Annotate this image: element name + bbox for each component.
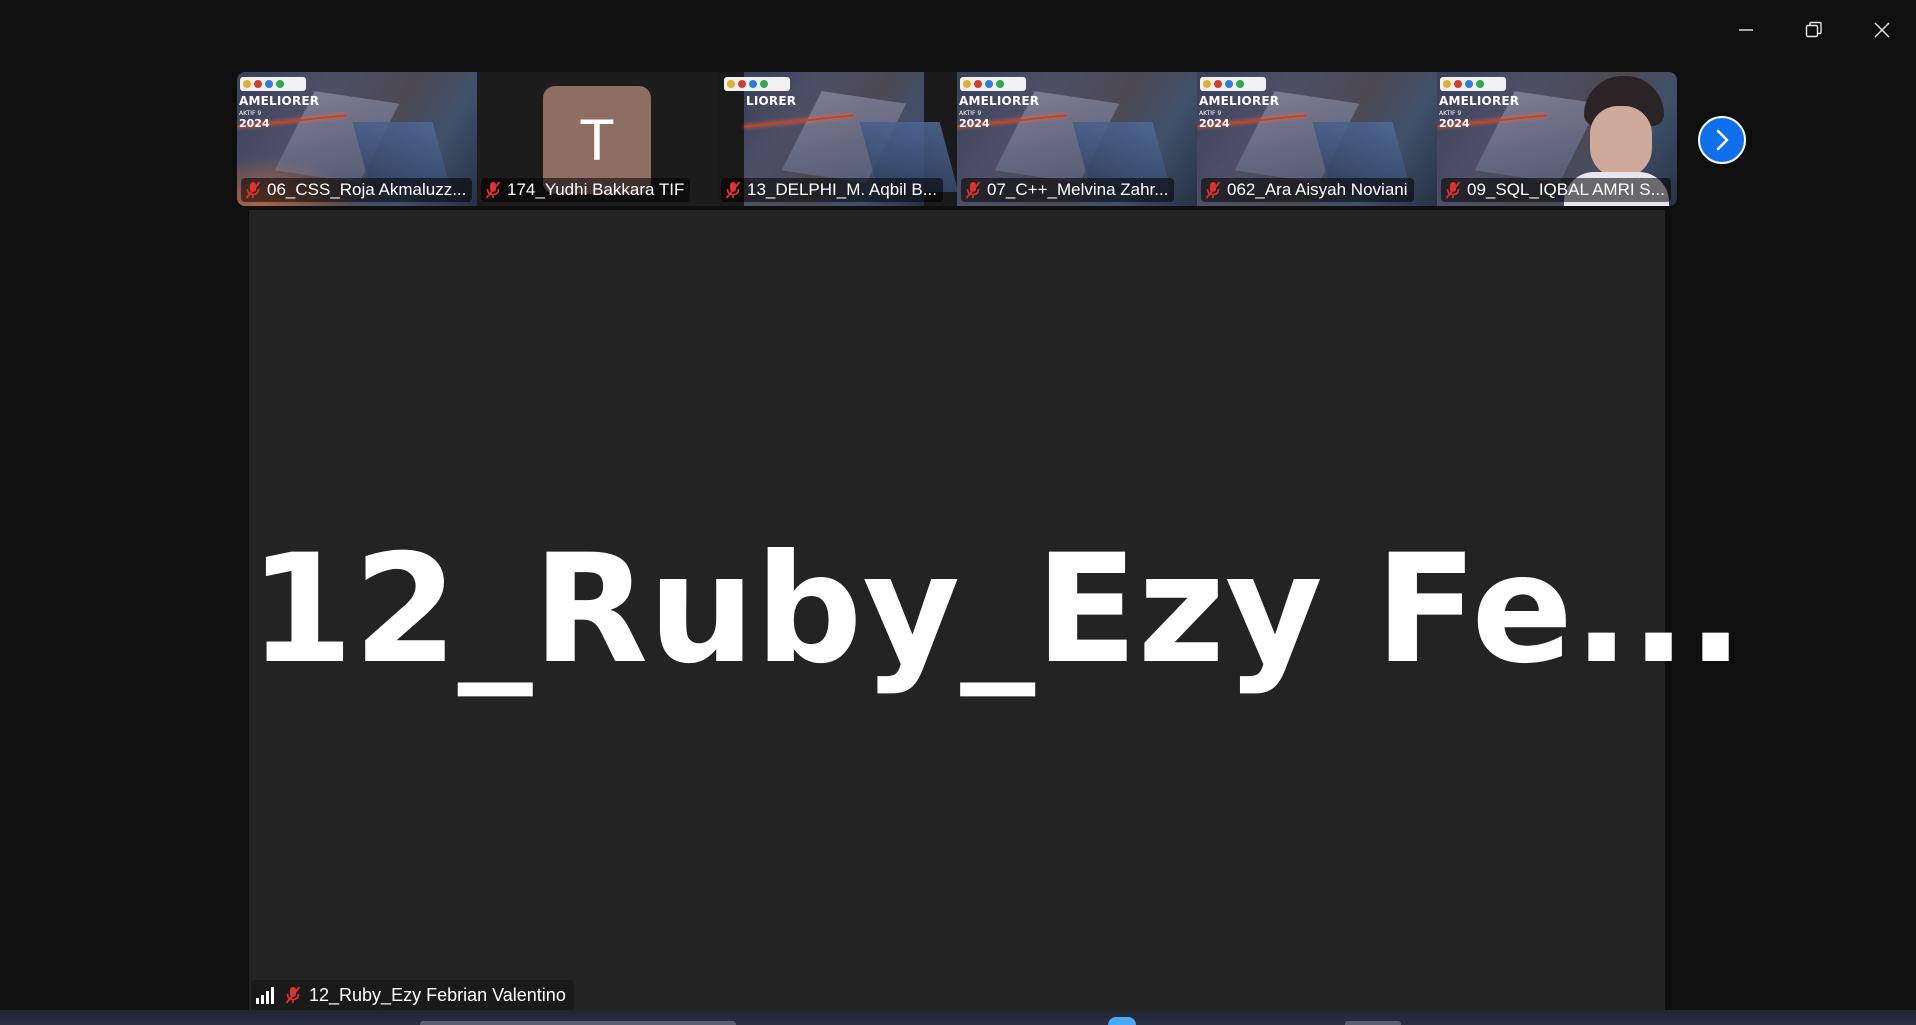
- meeting-window: AMELIORER AKTIF 9 2024 06_CSS_Roja Akmal…: [0, 0, 1916, 1025]
- speaker-display-name: 12_Ruby_Ezy Fe...: [249, 523, 1745, 697]
- mic-muted-icon: [1205, 181, 1221, 199]
- restore-button[interactable]: [1780, 0, 1848, 60]
- participant-name-label: 13_DELPHI_M. Aqbil B...: [721, 178, 943, 202]
- participant-tile[interactable]: AMELIORER AKTIF 9 2024 06_CSS_Roja Akmal…: [237, 72, 477, 206]
- participant-tile[interactable]: AMELIORER AKTIF 9 2024 062_Ara Aisyah No…: [1197, 72, 1437, 206]
- participant-name-label: 07_C++_Melvina Zahr...: [961, 178, 1175, 202]
- participant-strip: AMELIORER AKTIF 9 2024 06_CSS_Roja Akmal…: [237, 72, 1677, 206]
- avatar-initial: T: [579, 107, 615, 173]
- poster-title: AMELIORER: [1199, 94, 1280, 108]
- poster-title: LIORER: [746, 94, 797, 108]
- poster-subtitle: AKTIF 9: [1199, 110, 1222, 117]
- close-icon: [1874, 22, 1890, 38]
- mic-muted-icon: [1445, 181, 1461, 199]
- event-logo: [1200, 77, 1266, 91]
- poster-title: AMELIORER: [959, 94, 1040, 108]
- participant-name: 174_Yudhi Bakkara TIF: [507, 180, 685, 199]
- participant-name-label: 062_Ara Aisyah Noviani: [1201, 178, 1414, 202]
- participant-name: 09_SQL_IQBAL AMRI S...: [1467, 180, 1665, 199]
- participant-tile[interactable]: AMELIORER AKTIF 9 2024 09_SQL_IQBAL AMRI…: [1437, 72, 1677, 206]
- poster-year: 2024: [1439, 117, 1470, 130]
- next-page-button[interactable]: [1698, 116, 1746, 164]
- participant-name-label: 06_CSS_Roja Akmaluzz...: [241, 178, 473, 202]
- mic-muted-icon: [485, 181, 501, 199]
- poster-year: 2024: [1199, 117, 1230, 130]
- taskbar-item[interactable]: [1345, 1021, 1401, 1025]
- mic-muted-icon: [965, 181, 981, 199]
- connection-signal-icon: [256, 987, 274, 1004]
- participant-name-label: 09_SQL_IQBAL AMRI S...: [1441, 178, 1671, 202]
- speaker-name: 12_Ruby_Ezy Febrian Valentino: [309, 984, 566, 1005]
- active-speaker-view[interactable]: 12_Ruby_Ezy Fe... 12_Ruby_Ezy Febrian Va…: [249, 210, 1745, 1010]
- taskbar-item[interactable]: [1108, 1017, 1136, 1025]
- participant-name: 13_DELPHI_M. Aqbil B...: [747, 180, 937, 199]
- restore-icon: [1805, 21, 1822, 38]
- minimize-button[interactable]: [1712, 0, 1780, 60]
- event-logo: [960, 77, 1026, 91]
- participant-name-label: 174_Yudhi Bakkara TIF: [481, 178, 691, 202]
- participant-name: 07_C++_Melvina Zahr...: [987, 180, 1169, 199]
- mic-muted-icon: [245, 181, 261, 199]
- poster-year: 2024: [959, 117, 990, 130]
- poster-year: 2024: [239, 117, 270, 130]
- poster-subtitle: AKTIF 9: [1439, 110, 1462, 117]
- poster-title: AMELIORER: [1439, 94, 1520, 108]
- participant-tile[interactable]: LIORER 13_DELPHI_M. Aqbil B...: [717, 72, 957, 206]
- minimize-icon: [1739, 29, 1753, 31]
- poster-title: AMELIORER: [239, 94, 320, 108]
- chevron-right-icon: [1716, 129, 1729, 151]
- participant-name: 062_Ara Aisyah Noviani: [1227, 180, 1408, 199]
- event-logo: [724, 77, 790, 91]
- poster-subtitle: AKTIF 9: [959, 110, 982, 117]
- taskbar-item[interactable]: [420, 1021, 736, 1025]
- mic-muted-icon: [725, 181, 741, 199]
- window-controls: [1712, 0, 1916, 60]
- event-logo: [1440, 77, 1506, 91]
- poster-subtitle: AKTIF 9: [239, 110, 262, 117]
- speaker-name-label: 12_Ruby_Ezy Febrian Valentino: [251, 980, 574, 1010]
- event-logo: [240, 77, 306, 91]
- close-button[interactable]: [1848, 0, 1916, 60]
- participant-name: 06_CSS_Roja Akmaluzz...: [267, 180, 467, 199]
- participant-tile[interactable]: T 174_Yudhi Bakkara TIF: [477, 72, 717, 206]
- participant-tile[interactable]: AMELIORER AKTIF 9 2024 07_C++_Melvina Za…: [957, 72, 1197, 206]
- os-taskbar: [0, 1010, 1916, 1025]
- mic-muted-icon: [285, 986, 301, 1004]
